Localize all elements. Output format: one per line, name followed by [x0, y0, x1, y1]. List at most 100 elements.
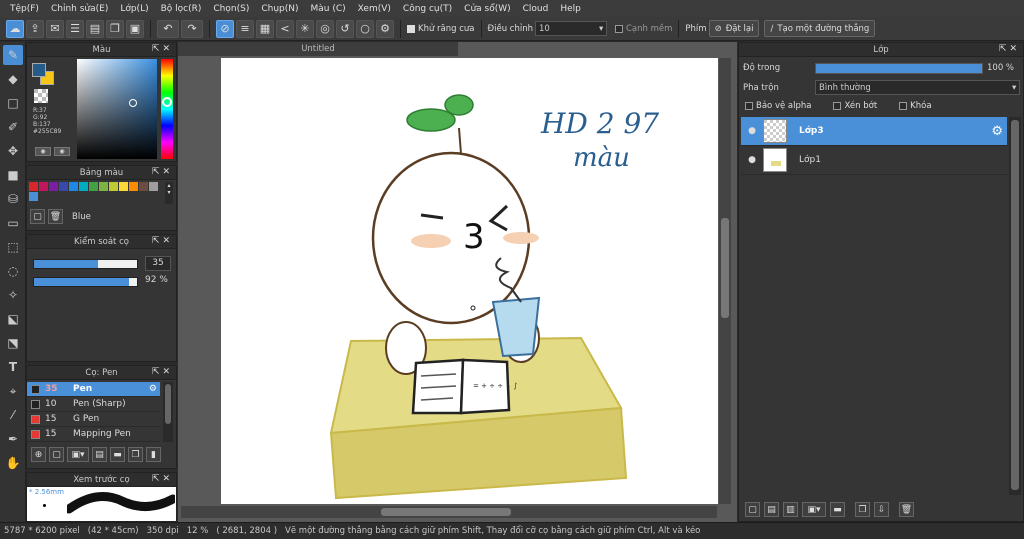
- transparent-swatch[interactable]: [34, 89, 48, 103]
- visibility-eye-icon[interactable]: ●: [741, 126, 763, 136]
- palette-swatch[interactable]: [39, 182, 48, 191]
- protect-alpha-toggle[interactable]: Bảo vệ alpha: [745, 101, 811, 111]
- brush-copy-icon[interactable]: ❐: [128, 447, 143, 462]
- select-eraser-tool-icon[interactable]: ⬔: [3, 333, 23, 353]
- snap-perspective-icon[interactable]: <: [276, 19, 294, 38]
- hscroll-thumb[interactable]: [381, 508, 511, 516]
- select-brush-tool-icon[interactable]: ⬕: [3, 309, 23, 329]
- palette-swatch[interactable]: [109, 182, 118, 191]
- eyedropper-tool-icon[interactable]: ⁄: [3, 405, 23, 425]
- new-layer-8bit-icon[interactable]: ▤: [764, 502, 779, 517]
- new-layer-1bit-icon[interactable]: ▥: [783, 502, 798, 517]
- menu-item-0[interactable]: Tệp(F): [4, 4, 45, 14]
- select-rect-tool-icon[interactable]: □: [3, 93, 23, 113]
- palette-swatch[interactable]: [99, 182, 108, 191]
- panel-controls-icon[interactable]: ⇱✕: [152, 367, 173, 377]
- document-icon[interactable]: ▤: [86, 19, 104, 38]
- brush-folder-icon[interactable]: ▬: [110, 447, 125, 462]
- menu-item-6[interactable]: Màu (C): [305, 4, 352, 14]
- vscroll-thumb[interactable]: [721, 218, 729, 318]
- eraser-tool-icon[interactable]: ◆: [3, 69, 23, 89]
- export-icon[interactable]: ⇪: [26, 19, 44, 38]
- layer-opacity-slider[interactable]: [815, 63, 983, 74]
- layer-row[interactable]: ● Lớp1: [741, 146, 1007, 175]
- add-brush-icon[interactable]: ⊕: [31, 447, 46, 462]
- snap-parallel-icon[interactable]: ≡: [236, 19, 254, 38]
- brush-delete-icon[interactable]: ▮: [146, 447, 161, 462]
- menu-item-9[interactable]: Cửa sổ(W): [458, 4, 516, 14]
- brush-item[interactable]: 15 Mapping Pen: [27, 427, 160, 442]
- menu-item-8[interactable]: Công cụ(T): [397, 4, 458, 14]
- smooth-toggle[interactable]: Cạnh mềm: [614, 24, 672, 34]
- snap-radial-icon[interactable]: ✳: [296, 19, 314, 38]
- redo-icon[interactable]: ↷: [181, 19, 203, 38]
- gear-icon[interactable]: ⚙: [149, 384, 157, 394]
- create-line-button[interactable]: ∕ Tạo một đường thẳng: [764, 20, 876, 37]
- lock-toggle[interactable]: Khóa: [899, 101, 932, 111]
- palette-swatch[interactable]: [59, 182, 68, 191]
- palette-swatch[interactable]: [149, 182, 158, 191]
- canvas-horizontal-scrollbar[interactable]: [181, 506, 717, 518]
- copy-icon[interactable]: ❐: [106, 19, 124, 38]
- menu-item-5[interactable]: Chụp(N): [255, 4, 304, 14]
- brush-item[interactable]: 10 Pen (Sharp): [27, 397, 160, 412]
- brush-item[interactable]: 15 G Pen: [27, 412, 160, 427]
- canvas-vertical-scrollbar[interactable]: [719, 58, 731, 504]
- palette-scroll[interactable]: ▴ ▾: [165, 182, 173, 204]
- bucket-tool-icon[interactable]: ⛁: [3, 189, 23, 209]
- shape-fill-tool-icon[interactable]: ■: [3, 165, 23, 185]
- menu-item-2[interactable]: Lớp(L): [114, 4, 154, 14]
- hand-tool-icon[interactable]: ✋: [3, 453, 23, 473]
- magic-wand-tool-icon[interactable]: ✧: [3, 285, 23, 305]
- lock-checkbox[interactable]: [899, 102, 908, 110]
- snap-ellipse-icon[interactable]: ○: [356, 19, 374, 38]
- visibility-eye-icon[interactable]: ●: [741, 155, 763, 165]
- brush-opacity-slider[interactable]: [33, 277, 138, 287]
- pen-tool-icon[interactable]: ✒: [3, 429, 23, 449]
- palette-swatch[interactable]: [119, 182, 128, 191]
- palette-swatch[interactable]: [29, 182, 38, 191]
- blend-select[interactable]: Bình thường ▾: [815, 80, 1020, 95]
- merge-layer-icon[interactable]: ⇩: [874, 502, 889, 517]
- cloud-icon[interactable]: ☁: [6, 19, 24, 38]
- menu-item-10[interactable]: Cloud: [517, 4, 555, 14]
- brush-size-value[interactable]: 35: [145, 256, 171, 271]
- clip-toggle[interactable]: Xén bớt: [833, 101, 877, 111]
- clip-checkbox[interactable]: [833, 102, 842, 110]
- undo-icon[interactable]: ↶: [157, 19, 179, 38]
- hue-slider[interactable]: [161, 59, 173, 159]
- layer-options-icon[interactable]: ▣▾: [802, 502, 826, 517]
- color-mode-button[interactable]: ◉: [35, 147, 51, 156]
- palette-swatch[interactable]: [29, 192, 38, 201]
- drawing-canvas[interactable]: 3 = + ÷ ÷ ↓ ∫ HD 2 97 màu: [221, 58, 718, 504]
- layer-list-scrollbar[interactable]: [1009, 117, 1021, 495]
- protect-alpha-checkbox[interactable]: [745, 102, 753, 110]
- palette-swatch[interactable]: [139, 182, 148, 191]
- snap-settings-icon[interactable]: ⚙: [376, 19, 394, 38]
- antialias-toggle[interactable]: Khử răng cưa: [407, 24, 475, 34]
- new-brush-icon[interactable]: ▢: [49, 447, 64, 462]
- panel-controls-icon[interactable]: ⇱✕: [152, 474, 173, 484]
- marquee-tool-icon[interactable]: ⬚: [3, 237, 23, 257]
- smooth-checkbox[interactable]: [614, 24, 623, 33]
- brush-item[interactable]: 35 Pen ⚙: [27, 382, 160, 397]
- lasso-tool-icon[interactable]: ◌: [3, 261, 23, 281]
- panel-controls-icon[interactable]: ⇱✕: [152, 167, 173, 177]
- clipboard-icon[interactable]: ▣: [126, 19, 144, 38]
- menu-item-7[interactable]: Xem(V): [352, 4, 397, 14]
- palette-swatch[interactable]: [79, 182, 88, 191]
- duplicate-layer-icon[interactable]: ❐: [855, 502, 870, 517]
- brush-tool-icon[interactable]: ✎: [3, 45, 23, 65]
- chat-icon[interactable]: ☰: [66, 19, 84, 38]
- delete-swatch-icon[interactable]: 🗑: [48, 209, 63, 224]
- comment-icon[interactable]: ✉: [46, 19, 64, 38]
- menu-item-11[interactable]: Help: [554, 4, 587, 14]
- snap-curve-icon[interactable]: ↺: [336, 19, 354, 38]
- color-saturation-square[interactable]: [77, 59, 157, 159]
- brush-options-icon[interactable]: ▣▾: [67, 447, 89, 462]
- select-pen-tool-icon[interactable]: ✐: [3, 117, 23, 137]
- document-tab[interactable]: Untitled: [178, 42, 458, 56]
- snap-off-icon[interactable]: ⊘: [216, 19, 234, 38]
- panel-controls-icon[interactable]: ⇱✕: [152, 44, 173, 54]
- palette-swatch[interactable]: [89, 182, 98, 191]
